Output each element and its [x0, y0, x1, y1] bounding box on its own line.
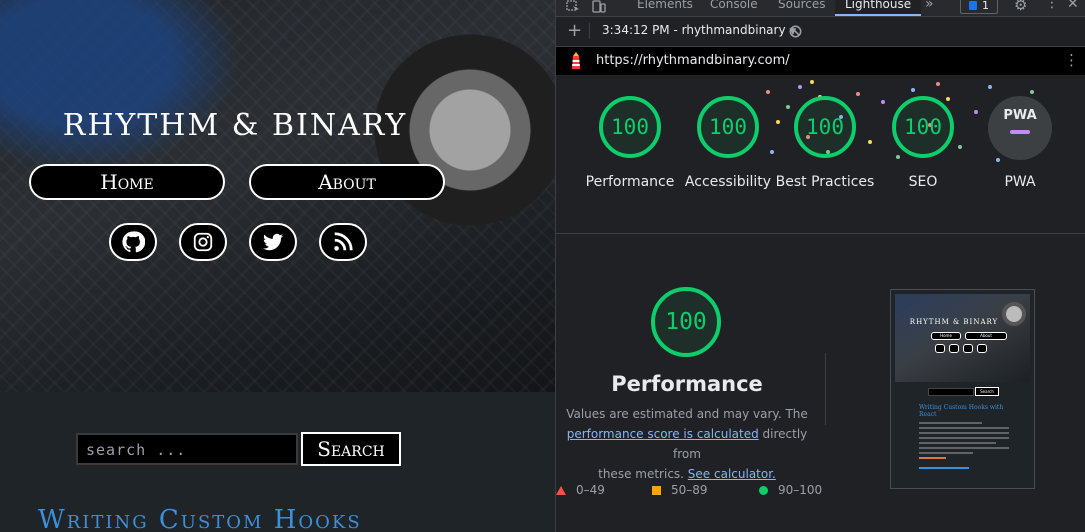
- score-accessibility: 100: [697, 96, 759, 158]
- instagram-link[interactable]: [179, 223, 227, 261]
- tab-lighthouse[interactable]: Lighthouse: [835, 0, 922, 16]
- issues-count: 1: [982, 0, 989, 12]
- clear-all-icon[interactable]: [789, 25, 802, 38]
- label-accessibility: Accessibility: [684, 174, 772, 190]
- website-viewport: Rhythm & Binary Home About search ... Se…: [0, 0, 555, 532]
- post-title-link[interactable]: Writing Custom Hooks: [38, 505, 362, 532]
- thumbnail-social-icons: [935, 344, 987, 353]
- desc-text-1: Values are estimated and may vary. The: [566, 407, 808, 421]
- new-report-icon[interactable]: +: [567, 20, 582, 41]
- legend-fail-range: 0–49: [576, 483, 605, 497]
- vertical-divider: [825, 353, 826, 425]
- github-link[interactable]: [109, 223, 157, 261]
- legend-average-range: 50–89: [671, 483, 708, 497]
- label-best-practices: Best Practices: [775, 174, 875, 190]
- label-performance: Performance: [585, 174, 675, 190]
- score-performance: 100: [599, 96, 661, 158]
- report-selector[interactable]: 3:34:12 PM - rhythmandbinary ▼: [602, 23, 796, 37]
- thumbnail-search-button: Search: [975, 387, 999, 396]
- thumbnail-site-title: Rhythm & Binary: [909, 318, 999, 326]
- devtools-panel: Elements Console Sources Lighthouse » 1 …: [555, 0, 1085, 532]
- gauge-seo[interactable]: 100: [892, 96, 954, 158]
- thumbnail-hero: Rhythm & Binary Home About: [895, 294, 1030, 382]
- issues-icon: [969, 1, 977, 10]
- desc-text-3: these metrics.: [598, 467, 688, 481]
- instagram-icon: [193, 232, 213, 252]
- score-calculated-link[interactable]: performance score is calculated: [567, 427, 759, 441]
- lighthouse-logo-icon: [572, 52, 580, 69]
- tab-elements[interactable]: Elements: [637, 0, 693, 11]
- issues-counter[interactable]: 1: [960, 0, 998, 14]
- report-menu-icon[interactable]: ⋮: [1064, 51, 1079, 69]
- gauge-accessibility[interactable]: 100: [697, 96, 759, 158]
- thumbnail-post-title: Writing Custom Hooks with React: [919, 404, 1004, 418]
- search-input[interactable]: search ...: [76, 433, 298, 465]
- gauge-pwa[interactable]: PWA: [988, 96, 1052, 160]
- pwa-badge: PWA: [988, 96, 1052, 160]
- nav-about-button[interactable]: About: [249, 164, 445, 200]
- settings-gear-icon[interactable]: ⚙: [1014, 0, 1027, 14]
- nav-home-button[interactable]: Home: [29, 164, 225, 200]
- github-icon: [122, 231, 145, 253]
- section-divider: [556, 233, 1085, 234]
- devtools-tab-bar: Elements Console Sources Lighthouse » 1 …: [556, 0, 1085, 17]
- tab-sources[interactable]: Sources: [778, 0, 825, 11]
- legend-pass: 90–100: [759, 483, 822, 497]
- performance-score-large: 100: [651, 287, 721, 357]
- fail-triangle-icon: [556, 485, 566, 495]
- pass-circle-icon: [759, 485, 768, 495]
- performance-description: Values are estimated and may vary. The p…: [556, 404, 818, 484]
- average-square-icon: [652, 485, 661, 495]
- inspect-element-icon[interactable]: [566, 0, 580, 13]
- rss-icon: [334, 232, 353, 251]
- label-pwa: PWA: [1004, 174, 1036, 190]
- site-title[interactable]: Rhythm & Binary: [0, 108, 470, 143]
- legend-fail: 0–49: [556, 483, 605, 497]
- search-button[interactable]: Search: [301, 432, 401, 466]
- thumbnail-search-input: [928, 388, 974, 396]
- device-toolbar-icon[interactable]: [592, 0, 606, 13]
- thumbnail-post-body: [919, 422, 1009, 469]
- gauge-best-practices[interactable]: 100: [794, 96, 856, 158]
- twitter-link[interactable]: [249, 223, 297, 261]
- see-calculator-link[interactable]: See calculator.: [688, 467, 776, 481]
- performance-heading: Performance: [611, 372, 763, 396]
- report-url[interactable]: https://rhythmandbinary.com/: [596, 53, 790, 68]
- more-options-icon[interactable]: ⋮: [1045, 0, 1059, 11]
- legend-average: 50–89: [652, 483, 708, 497]
- lighthouse-toolbar: + 3:34:12 PM - rhythmandbinary ▼: [556, 17, 1085, 47]
- score-seo: 100: [892, 96, 954, 158]
- legend-pass-range: 90–100: [778, 483, 823, 497]
- twitter-icon: [263, 233, 283, 251]
- label-seo: SEO: [908, 174, 938, 190]
- close-devtools-icon[interactable]: ✕: [1067, 0, 1079, 12]
- pwa-icon: [1010, 130, 1030, 134]
- thumbnail-home-button: Home: [931, 332, 961, 340]
- score-best-practices: 100: [794, 96, 856, 158]
- report-selector-label: 3:34:12 PM - rhythmandbinary: [602, 23, 786, 37]
- gauge-performance[interactable]: 100: [599, 96, 661, 158]
- rss-link[interactable]: [319, 223, 367, 261]
- final-screenshot-thumbnail[interactable]: Rhythm & Binary Home About Search Writin…: [890, 289, 1035, 489]
- pwa-badge-text: PWA: [1003, 108, 1037, 123]
- thumbnail-about-button: About: [965, 332, 1007, 340]
- report-url-bar: https://rhythmandbinary.com/ ⋮: [556, 47, 1085, 75]
- tab-console[interactable]: Console: [710, 0, 758, 11]
- more-tabs-icon[interactable]: »: [925, 0, 934, 12]
